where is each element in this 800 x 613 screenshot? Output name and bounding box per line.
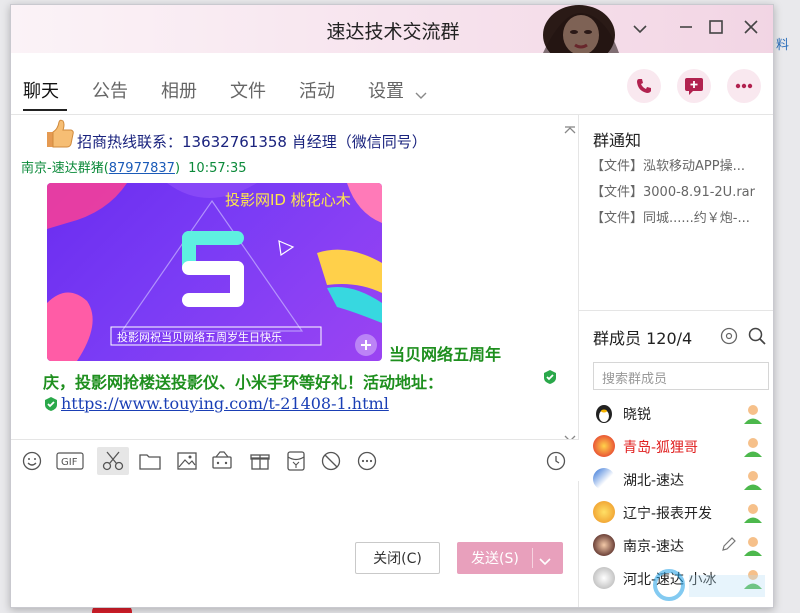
phone-icon <box>637 79 651 93</box>
close-button[interactable]: 关闭(C) <box>355 542 440 574</box>
maximize-icon[interactable] <box>705 18 727 40</box>
sender-paren: ) <box>174 161 181 176</box>
message-text-line1: 当贝网络五周年 <box>389 345 502 364</box>
notice-item[interactable]: 【文件】同城......约￥炮-... <box>591 207 750 226</box>
member-item[interactable]: 辽宁-报表开发 <box>593 499 773 527</box>
avatar <box>593 435 615 457</box>
background-window-text: 料 <box>776 38 790 53</box>
message-input[interactable]: 关闭(C) 发送(S) <box>11 481 579 607</box>
member-name: 辽宁-报表开发 <box>623 506 713 522</box>
folder-icon[interactable] <box>137 449 163 473</box>
image-icon[interactable] <box>174 449 200 473</box>
send-options-divider <box>532 548 533 568</box>
more-tools-icon[interactable] <box>354 449 380 473</box>
emoji-icon[interactable] <box>19 449 45 473</box>
banner-image[interactable]: 投影网ID 桃花心木 投影网祝当贝网络五周岁生日快乐 <box>47 183 382 361</box>
message-time: 10:57:35 <box>188 161 247 176</box>
voice-call-button[interactable] <box>627 69 661 103</box>
history-clock-icon[interactable] <box>543 449 569 473</box>
member-settings-icon[interactable] <box>720 327 738 349</box>
watermark-logo <box>641 549 771 607</box>
members-title: 群成员 120/4 <box>593 329 693 348</box>
avatar <box>593 534 615 556</box>
close-icon[interactable] <box>740 18 762 40</box>
avatar <box>593 468 615 490</box>
message-text-hotline: 招商热线联系：13632761358 肖经理（微信同号） <box>77 133 427 151</box>
member-item[interactable]: 湖北-速达 <box>593 466 773 494</box>
tab-files[interactable]: 文件 <box>230 77 266 103</box>
banner-caption: 投影网祝当贝网络五周岁生日快乐 <box>117 331 282 344</box>
tab-activity[interactable]: 活动 <box>299 77 335 103</box>
member-name: 青岛-狐狸哥 <box>623 440 699 456</box>
tab-bar: 聊天 公告 相册 文件 活动 设置 <box>11 53 773 115</box>
send-button-label: 发送(S) <box>471 551 519 567</box>
notice-item[interactable]: 【文件】泓软移动APP操... <box>591 155 745 174</box>
chat-window: 速达技术交流群 聊天 公告 相册 文件 活动 设置 招商热线联系：1363276… <box>10 4 774 608</box>
tab-settings[interactable]: 设置 <box>368 77 404 103</box>
member-role-icon <box>743 403 763 425</box>
member-name: 晓锐 <box>623 407 651 423</box>
block-icon[interactable] <box>318 449 344 473</box>
image-zoom-icon[interactable] <box>355 334 377 356</box>
expand-bottom-icon[interactable] <box>564 428 576 439</box>
sender-id-link[interactable]: 87977837 <box>109 161 175 176</box>
penguin-avatar-icon <box>593 402 615 424</box>
member-name: 湖北-速达 <box>623 473 685 489</box>
minimize-icon[interactable] <box>675 18 697 40</box>
member-item[interactable]: 晓锐 <box>593 400 773 428</box>
gif-icon[interactable]: GIF <box>55 449 85 473</box>
svg-text:GIF: GIF <box>61 457 78 468</box>
group-info-panel: 群通知 【文件】泓软移动APP操... 【文件】3000-8.91-2U.rar… <box>579 115 773 607</box>
skin-portrait-image <box>521 5 631 53</box>
title-bar: 速达技术交流群 <box>11 5 773 53</box>
member-role-icon <box>743 469 763 491</box>
message-plus-icon <box>685 78 703 95</box>
notice-title: 群通知 <box>593 131 642 150</box>
screen-share-icon[interactable] <box>209 449 235 473</box>
window-title: 速达技术交流群 <box>326 21 460 43</box>
gift-icon[interactable] <box>247 449 273 473</box>
sender-name: 南京-速达群猪( <box>21 161 109 176</box>
panel-divider <box>579 310 773 311</box>
message-sender-line: 南京-速达群猪(87977837) 10:57:35 <box>21 157 247 176</box>
collapse-top-icon[interactable] <box>564 119 576 138</box>
member-role-icon <box>743 502 763 524</box>
settings-chevron-down-icon[interactable] <box>415 85 427 104</box>
notice-item[interactable]: 【文件】3000-8.91-2U.rar <box>591 181 755 200</box>
member-search-placeholder: 搜索群成员 <box>602 372 668 387</box>
input-toolbar: GIF <box>11 439 579 481</box>
tab-announcement[interactable]: 公告 <box>92 77 128 103</box>
more-options-button[interactable] <box>727 69 761 103</box>
banner-title: 投影网ID 桃花心木 <box>225 191 351 209</box>
group-message-button[interactable] <box>677 69 711 103</box>
send-button[interactable]: 发送(S) <box>457 542 563 574</box>
send-options-chevron-icon[interactable] <box>539 554 551 570</box>
screenshot-scissors-icon[interactable] <box>97 447 129 475</box>
tab-chat[interactable]: 聊天 <box>23 77 59 103</box>
tab-album[interactable]: 相册 <box>161 77 197 103</box>
red-packet-icon[interactable] <box>283 449 309 473</box>
more-dots-icon <box>735 83 753 89</box>
message-area[interactable]: 招商热线联系：13632761358 肖经理（微信同号） 南京-速达群猪(879… <box>11 115 579 439</box>
dropdown-menu-icon[interactable] <box>629 18 651 40</box>
thumbs-up-icon <box>43 119 75 153</box>
member-search-box[interactable]: 搜索群成员 <box>593 362 769 390</box>
activity-link[interactable]: https://www.touying.com/t-21408-1.html <box>61 394 389 413</box>
avatar <box>593 501 615 523</box>
active-tab-underline <box>23 109 67 111</box>
checkmark-badge-icon <box>542 369 558 389</box>
message-text-line2: 庆，投影网抢楼送投影仪、小米手环等好礼！活动地址： <box>43 373 444 392</box>
member-item[interactable]: 青岛-狐狸哥 <box>593 433 773 461</box>
avatar <box>593 567 615 589</box>
member-search-icon[interactable] <box>748 327 766 349</box>
member-role-icon <box>743 436 763 458</box>
checkmark-badge-icon <box>43 396 59 416</box>
